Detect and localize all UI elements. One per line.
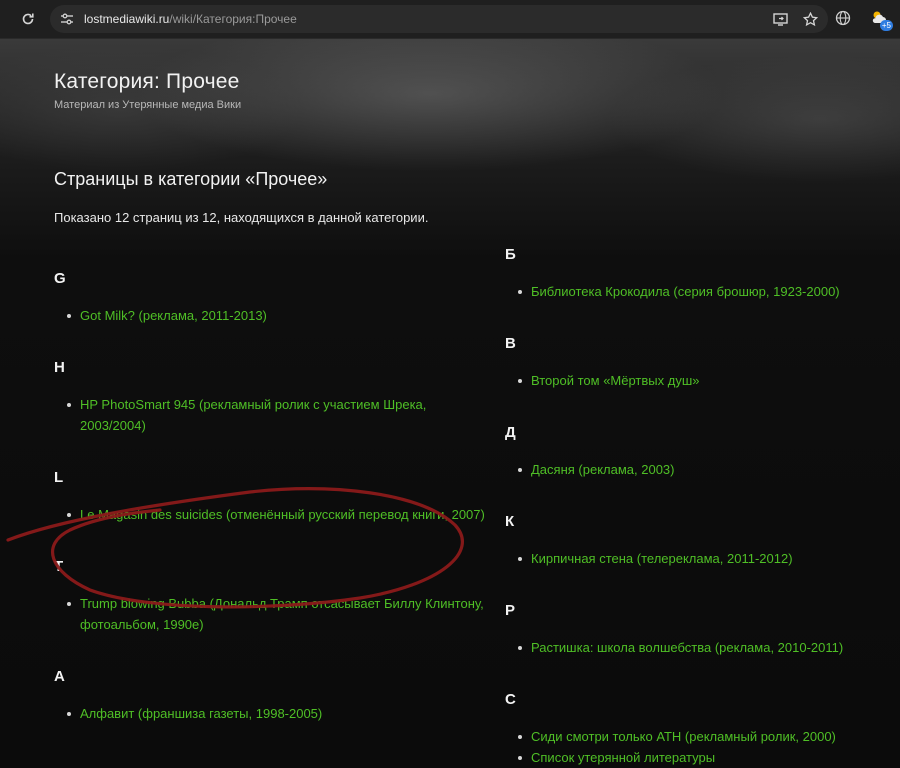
globe-extension-icon[interactable] [832, 7, 854, 29]
category-page-link[interactable]: Trump blowing Bubba (Дональд Трамп отсас… [80, 596, 484, 632]
weather-extension-icon[interactable]: +5 [868, 7, 893, 31]
site-info-icon[interactable] [56, 8, 78, 30]
list-item: Le Magasin des suicides (отменённый русс… [54, 504, 494, 525]
category-page-link[interactable]: Алфавит (франшиза газеты, 1998-2005) [80, 706, 322, 721]
group-letter: С [505, 691, 516, 708]
list-item: HP PhotoSmart 945 (рекламный ролик с уча… [54, 394, 460, 436]
category-page-link[interactable]: Библиотека Крокодила (серия брошюр, 1923… [531, 284, 840, 299]
category-page-link[interactable]: Второй том «Мёртвых душ» [531, 373, 700, 388]
group-letter: H [54, 359, 65, 376]
category-page-link[interactable]: Le Magasin des suicides (отменённый русс… [80, 507, 485, 522]
group-letter: L [54, 469, 64, 486]
list-item: Сиди смотри только АТН (рекламный ролик,… [505, 726, 900, 747]
group-letter: В [505, 335, 516, 352]
group-letter: G [54, 270, 66, 287]
category-column-right: Б Библиотека Крокодила (серия брошюр, 19… [505, 244, 900, 768]
browser-toolbar: lostmediawiki.ru/wiki/Категория:Прочее +… [0, 0, 900, 39]
list-item: Дасяня (реклама, 2003) [505, 459, 900, 480]
page-subtitle: Материал из Утерянные медиа Вики [54, 99, 242, 111]
group-letter: Д [505, 424, 516, 441]
category-page-link[interactable]: Got Milk? (реклама, 2011-2013) [80, 308, 267, 323]
category-page-link[interactable]: HP PhotoSmart 945 (рекламный ролик с уча… [80, 397, 426, 433]
section-heading: Страницы в категории «Прочее» [54, 169, 328, 189]
group-letter: Р [505, 602, 516, 619]
list-item: Растишка: школа волшебства (реклама, 201… [505, 637, 900, 658]
page-title: Категория: Прочее [54, 70, 240, 93]
category-page-link[interactable]: Список утерянной литературы [531, 750, 715, 765]
list-item: Кирпичная стена (телереклама, 2011-2012) [505, 548, 900, 569]
list-item: Trump blowing Bubba (Дональд Трамп отсас… [54, 593, 512, 635]
page-content: Категория: Прочее Материал из Утерянные … [0, 39, 900, 765]
category-page-link[interactable]: Сиди смотри только АТН (рекламный ролик,… [531, 729, 836, 744]
category-page-link[interactable]: Дасяня (реклама, 2003) [531, 462, 674, 477]
cast-screen-icon[interactable] [770, 9, 790, 29]
category-column-left: G Got Milk? (реклама, 2011-2013) H HP Ph… [54, 268, 494, 724]
address-bar[interactable]: lostmediawiki.ru/wiki/Категория:Прочее [50, 5, 828, 33]
group-letter: А [54, 668, 65, 685]
url-host: lostmediawiki.ru [84, 12, 170, 26]
group-letter: Б [505, 246, 516, 263]
list-item: Библиотека Крокодила (серия брошюр, 1923… [505, 281, 900, 302]
category-page-link[interactable]: Кирпичная стена (телереклама, 2011-2012) [531, 551, 793, 566]
url-path: /wiki/Категория:Прочее [169, 12, 297, 26]
list-item: Список утерянной литературы [505, 747, 900, 768]
list-item: Алфавит (франшиза газеты, 1998-2005) [54, 703, 494, 724]
reload-icon[interactable] [14, 5, 42, 33]
pages-count-text: Показано 12 страниц из 12, находящихся в… [54, 210, 429, 225]
bookmark-star-icon[interactable] [800, 9, 820, 29]
group-letter: К [505, 513, 515, 530]
list-item: Got Milk? (реклама, 2011-2013) [54, 305, 494, 326]
list-item: Второй том «Мёртвых душ» [505, 370, 900, 391]
group-letter: T [54, 558, 64, 575]
extension-badge: +5 [879, 20, 893, 31]
url-text[interactable]: lostmediawiki.ru/wiki/Категория:Прочее [84, 12, 297, 26]
category-page-link[interactable]: Растишка: школа волшебства (реклама, 201… [531, 640, 843, 655]
